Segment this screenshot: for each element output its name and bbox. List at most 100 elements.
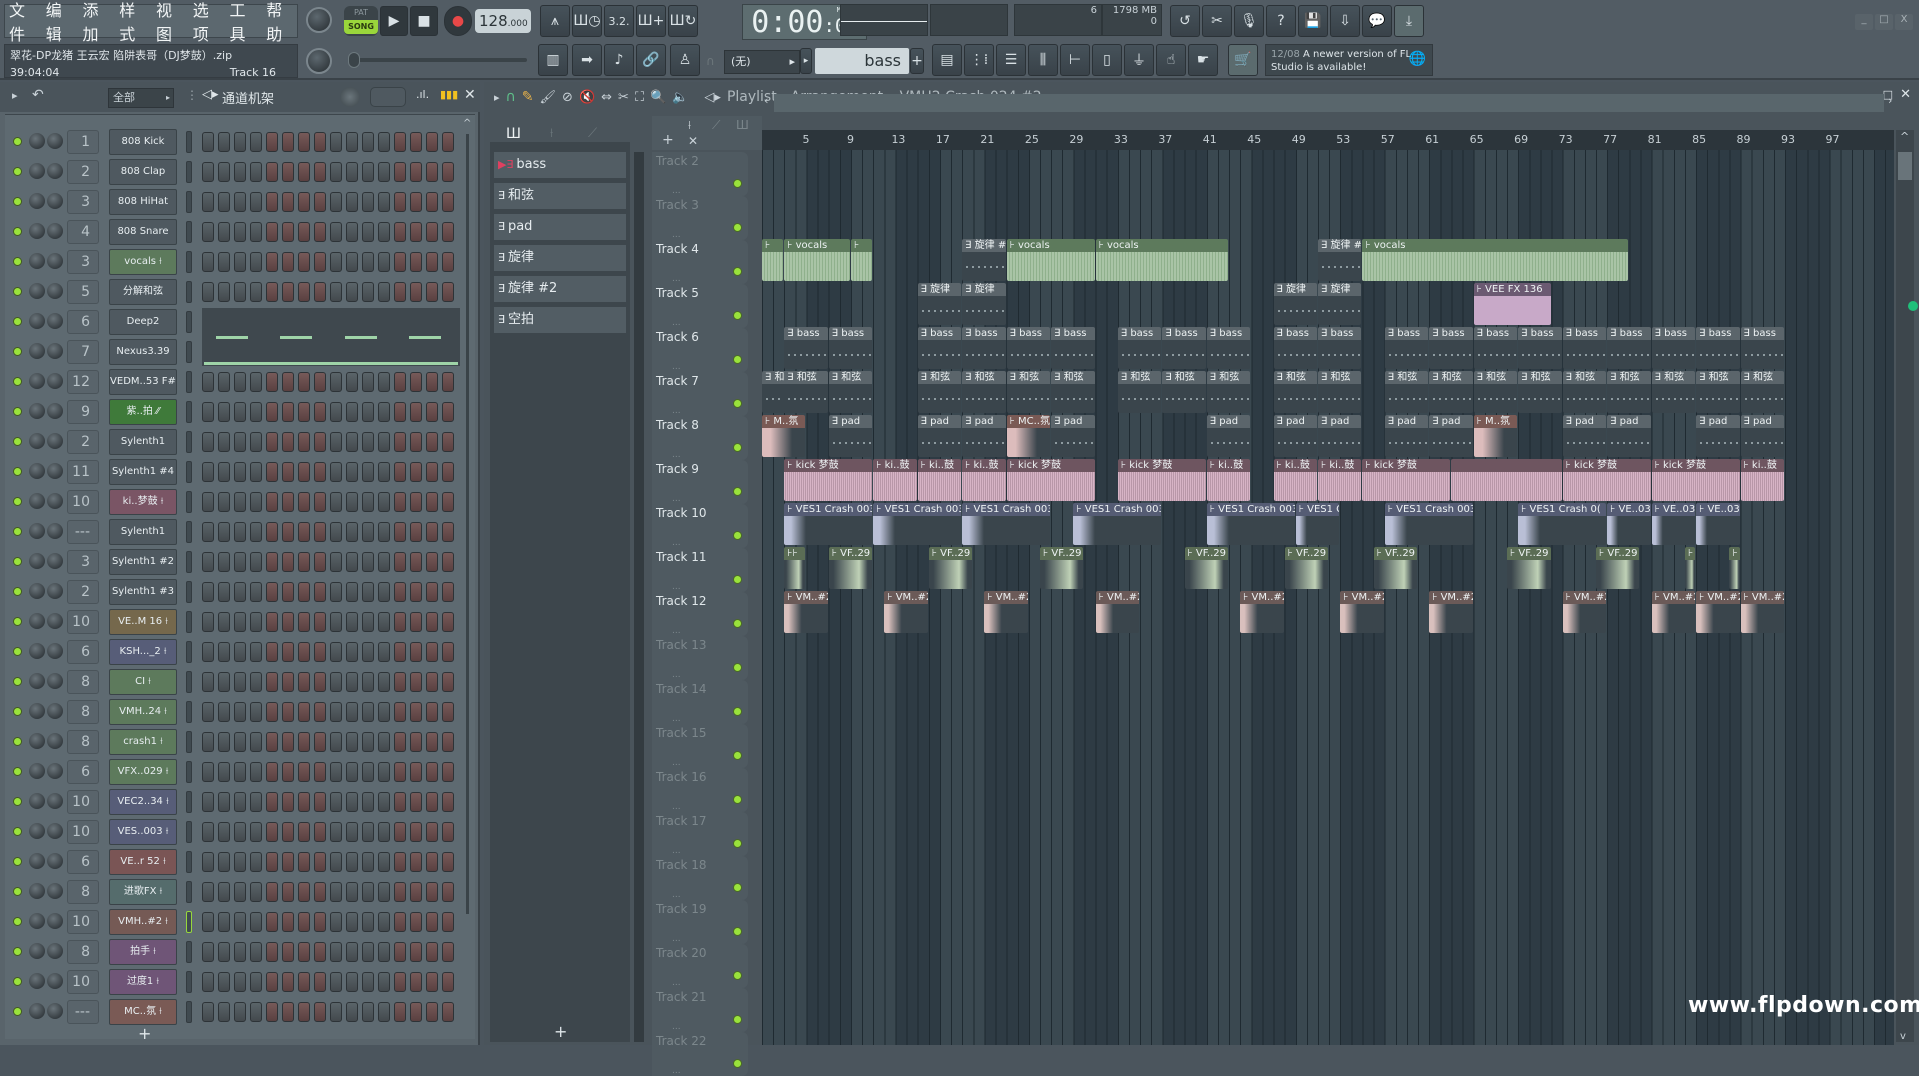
- step-button[interactable]: [202, 822, 214, 842]
- channel-name-button[interactable]: 紫..拍 ⁄⁄: [109, 399, 177, 425]
- step-button[interactable]: [378, 1002, 390, 1022]
- step-button[interactable]: [282, 372, 294, 392]
- channel-pan-knob[interactable]: [29, 493, 45, 509]
- channel-mute-led[interactable]: [13, 647, 22, 656]
- step-button[interactable]: [330, 882, 342, 902]
- step-button[interactable]: [426, 612, 438, 632]
- playlist-clip[interactable]: ⊦: [762, 239, 784, 281]
- channel-name-button[interactable]: Sylenth1 #2: [109, 549, 177, 575]
- playlist-clip[interactable]: ∃ bass: [1162, 327, 1206, 369]
- step-button[interactable]: [298, 372, 310, 392]
- step-button[interactable]: [362, 912, 374, 932]
- playlist-clip[interactable]: ∃ 和弦: [1429, 371, 1473, 413]
- step-button[interactable]: [394, 1002, 406, 1022]
- track-options-icon[interactable]: ...: [672, 626, 681, 636]
- track-options-icon[interactable]: ...: [672, 318, 681, 328]
- step-button[interactable]: [234, 732, 246, 752]
- playlist-clip[interactable]: ∃ pad: [962, 415, 1006, 457]
- step-button[interactable]: [378, 582, 390, 602]
- playlist-clip[interactable]: ⊦ ki..鼓: [1740, 459, 1785, 501]
- step-button[interactable]: [362, 672, 374, 692]
- track-header[interactable]: Track 10...: [652, 504, 748, 548]
- playlist-clip[interactable]: ∃ pad: [828, 415, 873, 457]
- step-button[interactable]: [394, 852, 406, 872]
- step-button[interactable]: [266, 792, 278, 812]
- step-sequencer-icon[interactable]: ▮▮▮: [440, 88, 458, 101]
- step-button[interactable]: [298, 192, 310, 212]
- playlist-clip[interactable]: ∃ bass: [1562, 327, 1607, 369]
- arrangement-grid[interactable]: ⊦⊦ vocals⊦∃ 旋律 #2⊦ vocals⊦ vocals∃ 旋律 #2…: [762, 150, 1894, 1045]
- step-button[interactable]: [346, 402, 358, 422]
- step-button[interactable]: [426, 642, 438, 662]
- step-button[interactable]: [330, 522, 342, 542]
- track-options-icon[interactable]: ...: [672, 230, 681, 240]
- step-button[interactable]: [442, 612, 454, 632]
- playlist-clip[interactable]: ∃ 和弦: [1384, 371, 1429, 413]
- step-button[interactable]: [394, 552, 406, 572]
- channel-select-indicator[interactable]: [186, 941, 192, 963]
- step-button[interactable]: [314, 732, 326, 752]
- channel-select-indicator[interactable]: [186, 521, 192, 543]
- playlist-clip[interactable]: ⊦ vocals: [1362, 239, 1629, 281]
- channel-volume-knob[interactable]: [47, 283, 63, 299]
- playlist-clip[interactable]: ∃ pad: [1562, 415, 1607, 457]
- playlist-clip[interactable]: ⊦ VEE FX 136: [1473, 283, 1551, 325]
- step-button[interactable]: [346, 792, 358, 812]
- channel-mute-led[interactable]: [13, 227, 22, 236]
- step-button[interactable]: [378, 612, 390, 632]
- step-button[interactable]: [346, 852, 358, 872]
- step-button[interactable]: [282, 492, 294, 512]
- track-options-icon[interactable]: ...: [672, 934, 681, 944]
- track-header[interactable]: Track 13...: [652, 636, 748, 680]
- step-button[interactable]: [410, 402, 422, 422]
- channel-name-button[interactable]: VES..003 ⟊: [109, 819, 177, 845]
- track-options-icon[interactable]: ...: [672, 274, 681, 284]
- step-button[interactable]: [298, 942, 310, 962]
- step-button[interactable]: [410, 582, 422, 602]
- step-button[interactable]: [362, 162, 374, 182]
- channel-mixer-track[interactable]: 8: [67, 700, 99, 724]
- track-header[interactable]: Track 6...: [652, 328, 748, 372]
- step-button[interactable]: [330, 672, 342, 692]
- step-button[interactable]: [202, 582, 214, 602]
- step-button[interactable]: [330, 852, 342, 872]
- delete-track-icon[interactable]: ✕: [688, 134, 698, 148]
- step-button[interactable]: [282, 552, 294, 572]
- playlist-clip[interactable]: ⊦ VES1 Crash 003: [1073, 503, 1162, 545]
- step-button[interactable]: [234, 912, 246, 932]
- channel-mixer-track[interactable]: 8: [67, 670, 99, 694]
- channel-name-button[interactable]: 拍手 ⟊: [109, 939, 177, 965]
- playlist-clip[interactable]: ⊦ VES1 Crash 003: [784, 503, 873, 545]
- step-button[interactable]: [282, 582, 294, 602]
- step-button[interactable]: [250, 282, 262, 302]
- playlist-clip[interactable]: ⊦ VE..03: [1696, 503, 1740, 545]
- step-button[interactable]: [394, 492, 406, 512]
- playlist-clip[interactable]: ∃ pad: [1740, 415, 1785, 457]
- pattern-item[interactable]: ∃ 旋律: [494, 245, 626, 271]
- step-button[interactable]: [218, 702, 230, 722]
- playlist-clip[interactable]: ∃ 和弦: [1006, 371, 1051, 413]
- step-button[interactable]: [410, 282, 422, 302]
- step-button[interactable]: [394, 522, 406, 542]
- channel-pan-knob[interactable]: [29, 433, 45, 449]
- step-button[interactable]: [202, 462, 214, 482]
- step-button[interactable]: [234, 582, 246, 602]
- step-button[interactable]: [330, 762, 342, 782]
- channel-mute-led[interactable]: [13, 347, 22, 356]
- channel-pan-knob[interactable]: [29, 673, 45, 689]
- step-button[interactable]: [442, 762, 454, 782]
- step-button[interactable]: [282, 252, 294, 272]
- playlist-clip[interactable]: ∃ 和弦: [962, 371, 1006, 413]
- menu-item[interactable]: 文件: [9, 0, 40, 45]
- channel-name-button[interactable]: ki..梦鼓 ⟊: [109, 489, 177, 515]
- step-button[interactable]: [266, 912, 278, 932]
- channel-mute-led[interactable]: [13, 917, 22, 926]
- step-button[interactable]: [218, 852, 230, 872]
- step-button[interactable]: [298, 552, 310, 572]
- playlist-clip[interactable]: ⊦ VF..29: [1184, 547, 1229, 589]
- step-button[interactable]: [330, 162, 342, 182]
- step-button[interactable]: [298, 672, 310, 692]
- track-mute-led[interactable]: [733, 663, 742, 672]
- step-button[interactable]: [234, 222, 246, 242]
- playlist-clip[interactable]: ⊦ kick 梦鼓: [1651, 459, 1740, 501]
